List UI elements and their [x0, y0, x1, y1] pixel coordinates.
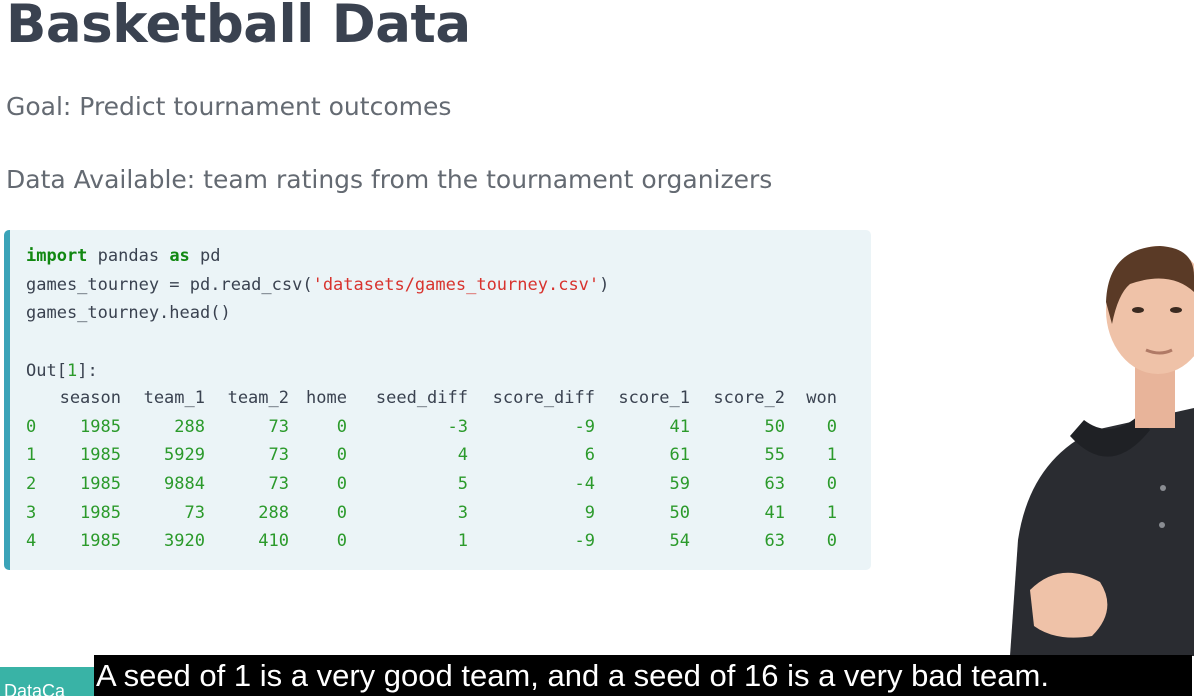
table-cell: 0 — [826, 416, 837, 437]
table-cell: 0 — [336, 531, 347, 552]
keyword-as: as — [169, 246, 190, 266]
module-alias: pd — [189, 246, 221, 266]
table-cell: 55 — [764, 445, 785, 466]
table-cell: 9 — [584, 502, 595, 523]
table-row: 3 1985 73 288 0 3 9 50 41 1 — [26, 499, 837, 528]
table-cell: 5 — [457, 474, 468, 495]
table-cell: 3920 — [164, 531, 205, 552]
row-index: 3 — [26, 502, 37, 523]
table-row: 2 1985 9884 73 0 5 -4 59 63 0 — [26, 470, 837, 499]
table-cell: 0 — [826, 474, 837, 495]
table-cell: 41 — [669, 416, 690, 437]
table-cell: 1985 — [80, 416, 121, 437]
column-header: score_2 — [713, 388, 785, 408]
table-cell: 9884 — [164, 474, 205, 495]
column-header: team_2 — [227, 388, 289, 408]
table-cell: 5929 — [164, 445, 205, 466]
table-cell: 50 — [764, 416, 785, 437]
video-caption: A seed of 1 is a very good team, and a s… — [94, 655, 1192, 696]
table-cell: 0 — [336, 445, 347, 466]
table-row: 1 1985 5929 73 0 4 6 61 55 1 — [26, 441, 837, 470]
table-cell: 1 — [457, 531, 468, 552]
table-cell: 73 — [184, 502, 205, 523]
column-header: score_diff — [492, 388, 595, 408]
code-line-2-post: ) — [599, 274, 610, 295]
table-cell: 1 — [826, 502, 837, 523]
code-input: import pandas as pd games_tourney = pd.r… — [26, 242, 609, 386]
brand-logo: DataCa — [0, 667, 96, 696]
code-line-2-pre: games_tourney = pd.read_csv( — [26, 274, 313, 295]
goal-text: Goal: Predict tournament outcomes — [6, 92, 452, 121]
table-cell: 1985 — [80, 474, 121, 495]
table-header-row: season team_1 team_2 home seed_diff scor… — [26, 384, 837, 413]
out-label-number: 1 — [66, 360, 78, 381]
table-cell: 54 — [669, 531, 690, 552]
table-cell: -9 — [574, 416, 595, 437]
table-cell: 1985 — [80, 502, 121, 523]
table-cell: -9 — [574, 531, 595, 552]
table-cell: 0 — [336, 502, 347, 523]
column-header: home — [306, 388, 347, 408]
row-index: 2 — [26, 474, 37, 495]
column-header: team_1 — [143, 388, 205, 408]
table-cell: 1985 — [80, 445, 121, 466]
presenter-video — [1000, 240, 1194, 656]
table-cell: 41 — [764, 502, 785, 523]
table-cell: -3 — [447, 416, 468, 437]
table-body: 0 1985 288 73 0 -3 -9 41 50 0 1 1985 5929 73 0 4 6 61 55 1 2… — [26, 413, 837, 556]
table-cell: 288 — [174, 416, 205, 437]
brand-text: DataCa — [4, 681, 66, 696]
row-index: 4 — [26, 531, 37, 552]
dataframe-output: season team_1 team_2 home seed_diff scor… — [26, 384, 837, 556]
table-cell: 63 — [764, 531, 785, 552]
code-line-3: games_tourney.head() — [26, 303, 231, 324]
table-cell: 73 — [268, 416, 289, 437]
table-cell: 50 — [669, 502, 690, 523]
table-cell: 0 — [826, 531, 837, 552]
table-cell: 4 — [457, 445, 468, 466]
row-index: 0 — [26, 416, 37, 437]
keyword-import: import — [26, 246, 88, 266]
code-cell: import pandas as pd games_tourney = pd.r… — [4, 230, 871, 570]
table-cell: 288 — [258, 502, 289, 523]
table-cell: 1 — [826, 445, 837, 466]
row-index: 1 — [26, 445, 37, 466]
table-cell: 410 — [258, 531, 289, 552]
column-header — [26, 384, 38, 413]
table-cell: 0 — [336, 416, 347, 437]
table-row: 4 1985 3920 410 0 1 -9 54 63 0 — [26, 527, 837, 556]
column-header: seed_diff — [375, 388, 468, 408]
table-cell: 73 — [268, 445, 289, 466]
table-cell: 61 — [669, 445, 690, 466]
out-label-post: ]: — [77, 360, 98, 381]
column-header: score_1 — [618, 388, 690, 408]
code-line-2-string: 'datasets/games_tourney.csv' — [312, 274, 600, 295]
table-cell: 59 — [669, 474, 690, 495]
column-header: won — [806, 388, 837, 408]
table-cell: 0 — [336, 474, 347, 495]
table-row: 0 1985 288 73 0 -3 -9 41 50 0 — [26, 413, 837, 442]
table-cell: -4 — [574, 474, 595, 495]
out-label-pre: Out[ — [26, 360, 67, 381]
table-cell: 73 — [268, 474, 289, 495]
slide-title: Basketball Data — [6, 0, 471, 55]
module-name: pandas — [87, 246, 170, 266]
table-cell: 3 — [457, 502, 468, 523]
data-available-text: Data Available: team ratings from the to… — [6, 165, 773, 194]
table-cell: 6 — [584, 445, 595, 466]
table-cell: 63 — [764, 474, 785, 495]
table-cell: 1985 — [80, 531, 121, 552]
column-header: season — [59, 388, 121, 408]
